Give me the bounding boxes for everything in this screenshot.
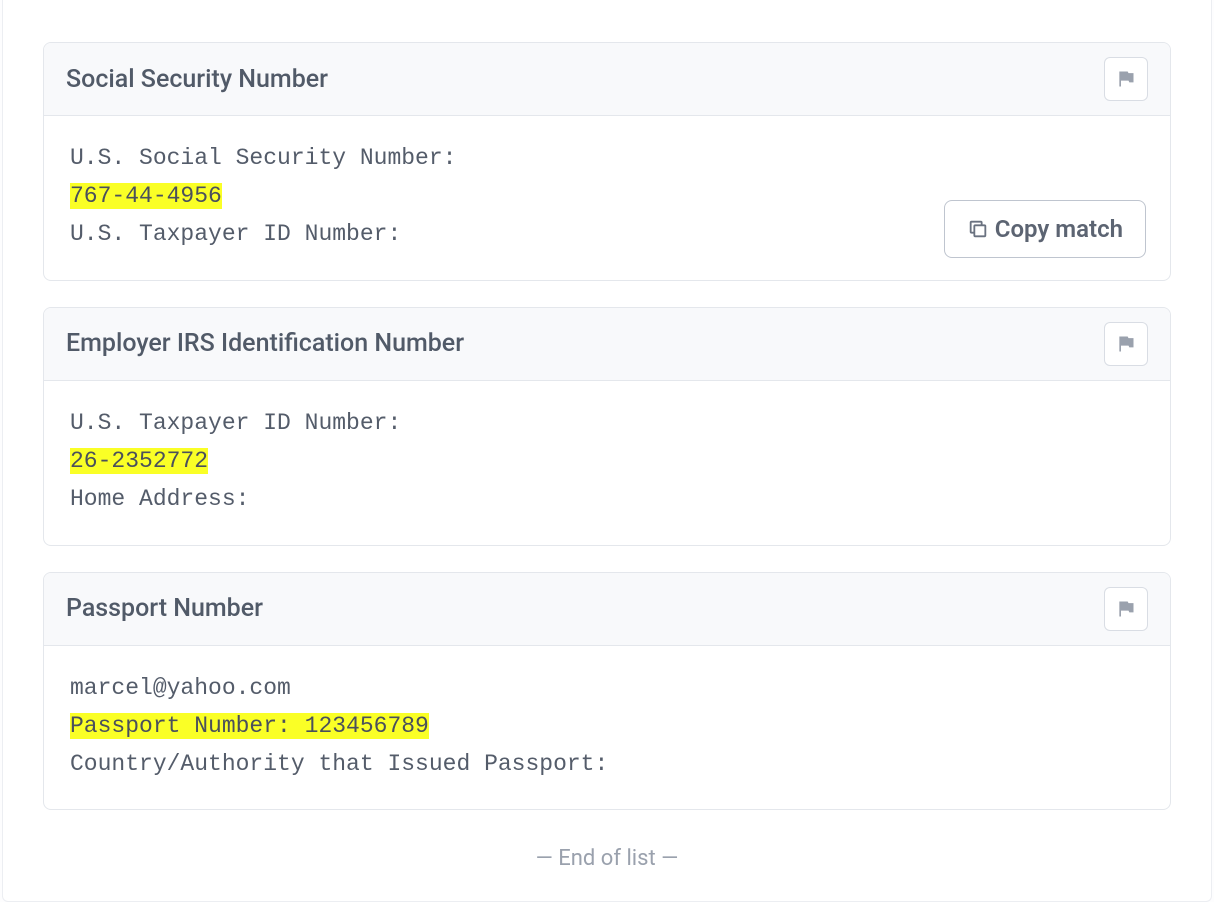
highlighted-match: 26-2352772 (70, 448, 208, 474)
match-card-ein: Employer IRS Identification Number U.S. … (43, 307, 1171, 546)
context-line: U.S. Taxpayer ID Number: (70, 410, 401, 436)
card-body: U.S. Social Security Number: 767-44-4956… (44, 116, 1170, 280)
flag-button[interactable] (1104, 57, 1148, 101)
context-line: marcel@yahoo.com (70, 675, 291, 701)
card-header: Passport Number (44, 573, 1170, 646)
highlighted-match: Passport Number: 123456789 (70, 713, 429, 739)
card-header: Social Security Number (44, 43, 1170, 116)
card-title: Social Security Number (66, 65, 328, 94)
card-header: Employer IRS Identification Number (44, 308, 1170, 381)
card-title: Passport Number (66, 594, 263, 623)
context-line: U.S. Taxpayer ID Number: (70, 221, 401, 247)
context-line: Country/Authority that Issued Passport: (70, 751, 608, 777)
copy-icon (967, 218, 989, 240)
card-body: U.S. Taxpayer ID Number: 26-2352772 Home… (44, 381, 1170, 545)
copy-match-button[interactable]: Copy match (944, 200, 1146, 258)
context-line: Home Address: (70, 486, 249, 512)
context-line: U.S. Social Security Number: (70, 145, 456, 171)
end-of-list-label: — End of list — (43, 846, 1171, 871)
flag-icon (1116, 599, 1136, 619)
flag-icon (1116, 69, 1136, 89)
match-card-ssn: Social Security Number U.S. Social Secur… (43, 42, 1171, 281)
copy-label: Copy match (995, 215, 1123, 243)
match-card-passport: Passport Number marcel@yahoo.com Passpor… (43, 572, 1171, 811)
card-body: marcel@yahoo.com Passport Number: 123456… (44, 646, 1170, 810)
flag-button[interactable] (1104, 322, 1148, 366)
flag-button[interactable] (1104, 587, 1148, 631)
highlighted-match: 767-44-4956 (70, 183, 222, 209)
flag-icon (1116, 334, 1136, 354)
card-title: Employer IRS Identification Number (66, 329, 464, 358)
results-panel: Social Security Number U.S. Social Secur… (2, 0, 1212, 902)
